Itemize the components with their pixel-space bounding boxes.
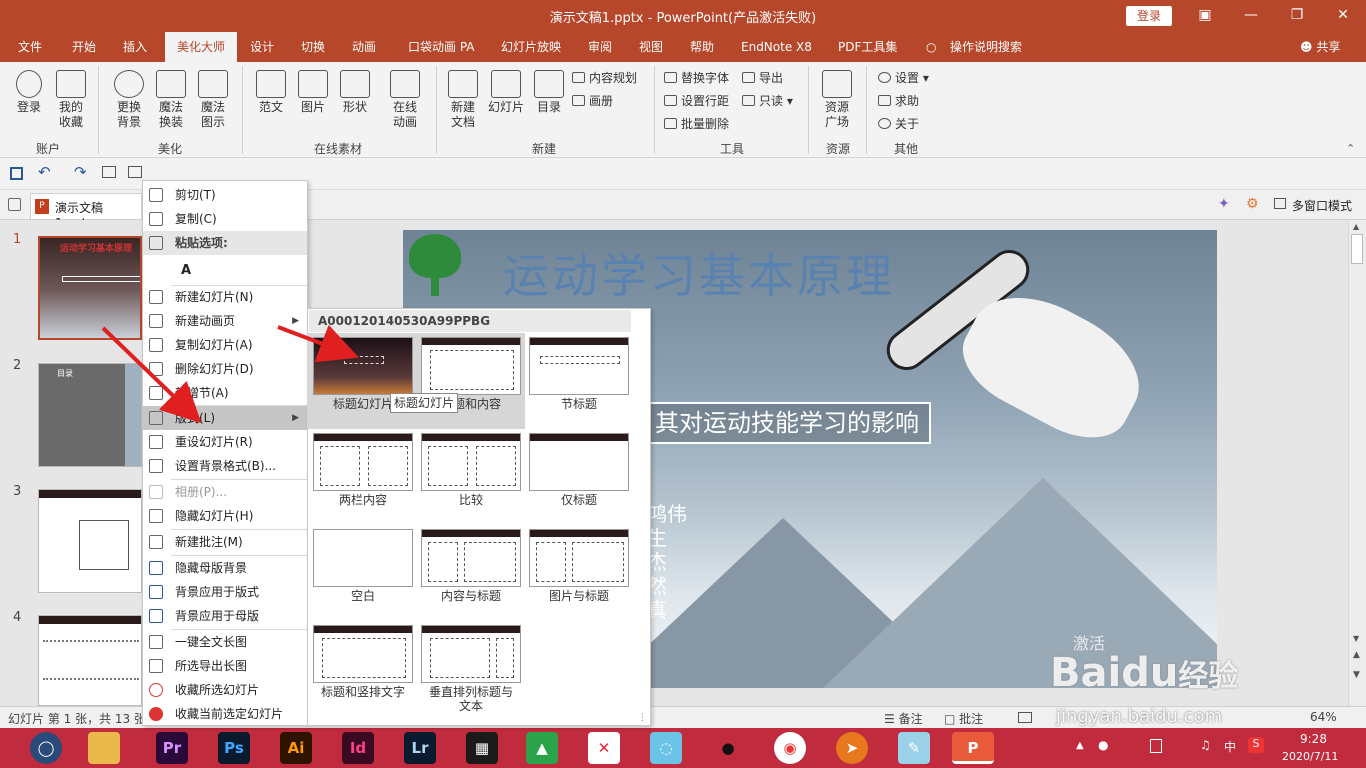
red-arrow-title-slide bbox=[277, 324, 359, 363]
annotation-arrows bbox=[101, 324, 359, 424]
red-arrow-layout bbox=[101, 326, 202, 424]
